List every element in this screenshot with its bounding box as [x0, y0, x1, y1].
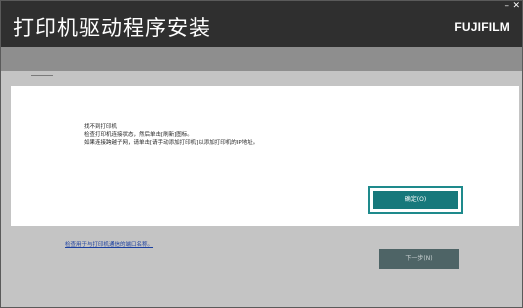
- window-title: 打印机驱动程序安装: [13, 16, 211, 40]
- tab-indicator: [31, 75, 53, 76]
- dialog-message: 找不到打印机 检查打印机连接状态，然后单击[刷新]图标。 如果连接跨越子网，请单…: [84, 123, 258, 147]
- next-button[interactable]: 下一步(N): [379, 249, 459, 269]
- dialog-message-line-2: 检查打印机连接状态，然后单击[刷新]图标。: [84, 132, 193, 138]
- dialog-message-line-1: 找不到打印机: [84, 124, 118, 130]
- dialog-message-line-3: 如果连接跨越子网，请单击[请手动添加打印机]以添加打印机的IP地址。: [84, 140, 259, 146]
- title-bar: 打印机驱动程序安装 FUJIFILM – ✕: [1, 1, 522, 47]
- minimize-icon[interactable]: –: [505, 1, 510, 11]
- fujifilm-logo: FUJIFILM: [454, 20, 510, 34]
- close-icon[interactable]: ✕: [512, 1, 520, 11]
- header-band: [1, 47, 522, 71]
- ok-button-focus-ring: 确定(O): [368, 186, 463, 214]
- ok-button[interactable]: 确定(O): [373, 191, 458, 209]
- installer-window: 打印机驱动程序安装 FUJIFILM – ✕ 找不到打印机 检查打印机连接状态，…: [0, 0, 523, 308]
- check-port-name-link[interactable]: 检查用于与打印机通信的端口名称。: [65, 240, 153, 248]
